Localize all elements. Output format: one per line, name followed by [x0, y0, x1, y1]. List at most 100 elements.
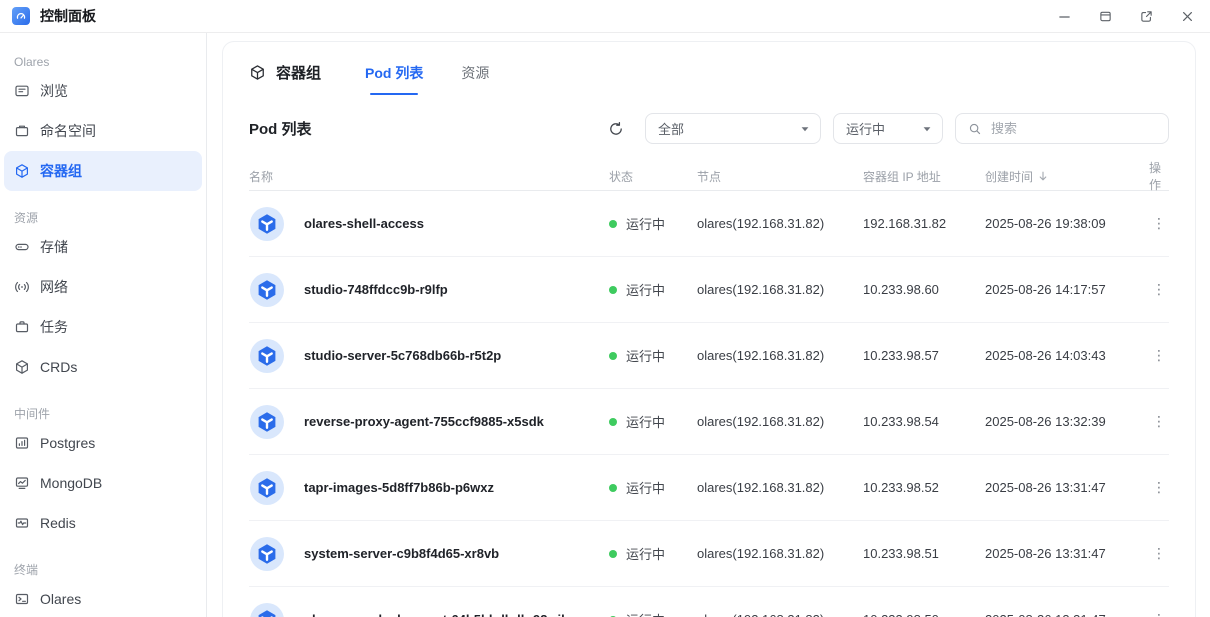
tab-pod-list[interactable]: Pod 列表: [365, 59, 423, 86]
sidebar-item-redis[interactable]: Redis: [4, 503, 202, 543]
status-label: 运行中: [626, 610, 665, 617]
sidebar-item-label: 浏览: [40, 81, 68, 101]
row-actions-kebab-icon[interactable]: ⋮: [1149, 610, 1169, 617]
sidebar-group-olares: Olares: [14, 53, 192, 71]
sidebar-item-label: 命名空间: [40, 121, 96, 141]
monitor-chart-icon: [14, 475, 30, 491]
sidebar-item-jobs[interactable]: 任务: [4, 307, 202, 347]
sidebar-item-postgres[interactable]: Postgres: [4, 423, 202, 463]
pod-badge-icon: [250, 405, 284, 439]
page-title-label: 容器组: [276, 62, 321, 83]
table-row[interactable]: system-server-c9b8f4d65-xr8vb 运行中 olares…: [249, 521, 1169, 587]
pod-name-cell: tapr-images-5d8ff7b86b-p6wxz: [249, 471, 609, 505]
tab-resources[interactable]: 资源: [461, 59, 489, 86]
card-header: 容器组 Pod 列表 资源: [249, 42, 1169, 86]
sidebar-item-label: Postgres: [40, 435, 95, 451]
sidebar-item-mongodb[interactable]: MongoDB: [4, 463, 202, 503]
list-title: Pod 列表: [249, 118, 312, 139]
pod-badge-icon: [250, 537, 284, 571]
pod-name: reverse-proxy-agent-755ccf9885-x5sdk: [304, 414, 544, 429]
storage-icon: [14, 239, 30, 255]
pod-status: 运行中: [609, 214, 697, 233]
chevron-down-icon: [800, 124, 810, 134]
sidebar-item-crds[interactable]: CRDs: [4, 347, 202, 387]
row-actions-kebab-icon[interactable]: ⋮: [1149, 544, 1169, 564]
row-actions-kebab-icon[interactable]: ⋮: [1149, 280, 1169, 300]
titlebar: 控制面板: [0, 0, 1210, 33]
status-running-dot-icon: [609, 418, 617, 426]
sort-descending-icon: [1037, 170, 1049, 182]
row-actions-kebab-icon[interactable]: ⋮: [1149, 412, 1169, 432]
pod-status: 运行中: [609, 478, 697, 497]
pod-badge-icon: [250, 471, 284, 505]
pod-name-cell: studio-server-5c768db66b-r5t2p: [249, 339, 609, 373]
sidebar-item-pods[interactable]: 容器组: [4, 151, 202, 191]
sidebar-item-label: CRDs: [40, 359, 77, 375]
status-filter-select[interactable]: 运行中: [833, 113, 943, 144]
status-label: 运行中: [626, 478, 665, 497]
sidebar-item-label: Redis: [40, 515, 76, 531]
row-actions-kebab-icon[interactable]: ⋮: [1149, 214, 1169, 234]
sidebar-item-label: 容器组: [40, 161, 82, 181]
table-row[interactable]: tapr-images-5d8ff7b86b-p6wxz 运行中 olares(…: [249, 455, 1169, 521]
pod-status: 运行中: [609, 610, 697, 617]
sidebar-item-label: Olares: [40, 591, 81, 607]
column-header-action: 操作: [1149, 159, 1169, 193]
briefcase-icon: [14, 319, 30, 335]
pod-node: olares(192.168.31.82): [697, 216, 863, 231]
pod-created-time: 2025-08-26 13:31:47: [985, 612, 1149, 617]
pod-name: tapr-images-5d8ff7b86b-p6wxz: [304, 480, 494, 495]
pod-name-cell: olares-shell-access: [249, 207, 609, 241]
namespace-filter-value: 全部: [658, 119, 684, 138]
minimize-button[interactable]: [1057, 9, 1071, 23]
pod-action-cell: ⋮: [1149, 412, 1169, 432]
pod-name-cell: system-server-c9b8f4d65-xr8vb: [249, 537, 609, 571]
pod-node: olares(192.168.31.82): [697, 612, 863, 617]
pods-cube-icon: [14, 163, 30, 179]
table-row[interactable]: olares-app-deployment-64b5bbdbdb-92wjb 运…: [249, 587, 1169, 617]
sidebar-item-storage[interactable]: 存储: [4, 227, 202, 267]
sidebar-group-middleware: 中间件: [14, 405, 192, 423]
namespace-filter-select[interactable]: 全部: [645, 113, 821, 144]
pod-ip: 192.168.31.82: [863, 216, 985, 231]
pod-ip: 10.233.98.51: [863, 546, 985, 561]
sidebar-item-namespace[interactable]: 命名空间: [4, 111, 202, 151]
pod-action-cell: ⋮: [1149, 478, 1169, 498]
crds-cube-icon: [14, 359, 30, 375]
status-running-dot-icon: [609, 550, 617, 558]
window-title: 控制面板: [40, 6, 96, 26]
pod-ip: 10.233.98.57: [863, 348, 985, 363]
pod-name: olares-shell-access: [304, 216, 424, 231]
page-title: 容器组: [249, 62, 321, 83]
row-actions-kebab-icon[interactable]: ⋮: [1149, 478, 1169, 498]
pod-created-time: 2025-08-26 13:32:39: [985, 414, 1149, 429]
table-row[interactable]: olares-shell-access 运行中 olares(192.168.3…: [249, 191, 1169, 257]
pods-cube-icon: [249, 64, 266, 81]
sidebar-item-label: 任务: [40, 317, 68, 337]
pod-action-cell: ⋮: [1149, 280, 1169, 300]
pulse-chart-icon: [14, 515, 30, 531]
search-input[interactable]: [991, 121, 1156, 136]
status-label: 运行中: [626, 346, 665, 365]
sidebar-item-browse[interactable]: 浏览: [4, 71, 202, 111]
table-row[interactable]: studio-748ffdcc9b-r9lfp 运行中 olares(192.1…: [249, 257, 1169, 323]
sidebar-item-label: MongoDB: [40, 475, 102, 491]
sidebar-item-network[interactable]: 网络: [4, 267, 202, 307]
table-row[interactable]: studio-server-5c768db66b-r5t2p 运行中 olare…: [249, 323, 1169, 389]
sidebar-item-terminal-olares[interactable]: Olares: [4, 579, 202, 617]
pod-node: olares(192.168.31.82): [697, 546, 863, 561]
row-actions-kebab-icon[interactable]: ⋮: [1149, 346, 1169, 366]
open-external-button[interactable]: [1139, 9, 1153, 23]
column-header-name: 名称: [249, 168, 609, 185]
close-button[interactable]: [1180, 9, 1194, 23]
status-label: 运行中: [626, 544, 665, 563]
maximize-button[interactable]: [1098, 9, 1112, 23]
app-logo-icon: [12, 7, 30, 25]
pod-action-cell: ⋮: [1149, 214, 1169, 234]
status-running-dot-icon: [609, 220, 617, 228]
refresh-button[interactable]: [603, 116, 629, 142]
column-header-created[interactable]: 创建时间: [985, 168, 1149, 185]
status-label: 运行中: [626, 280, 665, 299]
tabs: Pod 列表 资源: [365, 59, 489, 86]
table-row[interactable]: reverse-proxy-agent-755ccf9885-x5sdk 运行中…: [249, 389, 1169, 455]
